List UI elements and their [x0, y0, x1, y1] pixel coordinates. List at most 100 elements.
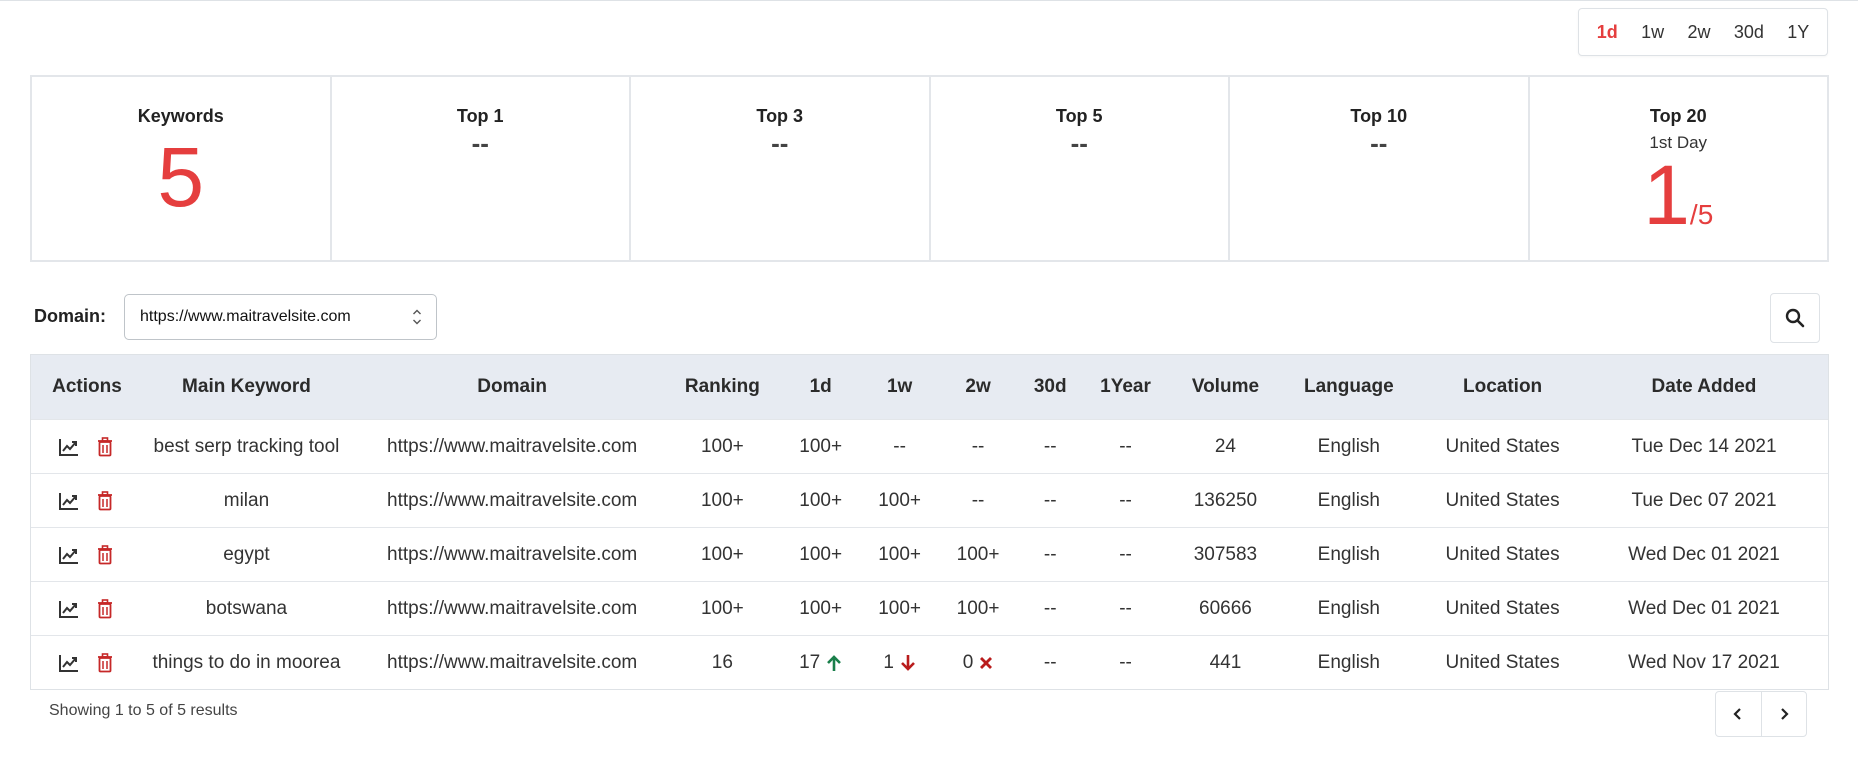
- col-date-added[interactable]: Date Added: [1579, 355, 1828, 420]
- cell-volume: 60666: [1178, 581, 1273, 636]
- chart-icon[interactable]: [58, 598, 80, 620]
- table-row: egypt https://www.maitravelsite.com 100+ 10…: [31, 527, 1828, 582]
- cell-language: English: [1272, 419, 1426, 474]
- cell-location: United States: [1425, 419, 1580, 474]
- cell-value: 17: [799, 651, 821, 673]
- cell-ranking: 100+: [674, 473, 771, 528]
- period-1w[interactable]: 1w: [1639, 18, 1666, 47]
- domain-select[interactable]: https://www.maitravelsite.com: [124, 294, 437, 340]
- cell-location: United States: [1425, 473, 1580, 528]
- chart-icon[interactable]: [58, 490, 80, 512]
- search-icon: [1785, 308, 1805, 328]
- stat-title: Top 5: [1055, 106, 1103, 126]
- col-main-keyword[interactable]: Main Keyword: [142, 355, 350, 420]
- cell-keyword: best serp tracking tool: [142, 419, 350, 474]
- stat-title: Keywords: [137, 106, 224, 126]
- cell-domain: https://www.maitravelsite.com: [350, 473, 675, 528]
- col-domain[interactable]: Domain: [350, 355, 675, 420]
- trash-icon[interactable]: [94, 652, 116, 674]
- stat-title: Top 3: [756, 106, 804, 126]
- cell-date_added: Wed Dec 01 2021: [1579, 527, 1828, 582]
- col-ranking[interactable]: Ranking: [674, 355, 771, 420]
- cell-language: English: [1272, 581, 1426, 636]
- cell-domain: https://www.maitravelsite.com: [350, 581, 675, 636]
- cell-w2: 100+: [928, 527, 1028, 582]
- cell-w2: 0: [928, 635, 1028, 689]
- trash-icon[interactable]: [94, 490, 116, 512]
- period-2w[interactable]: 2w: [1685, 18, 1712, 47]
- cell-date_added: Tue Dec 14 2021: [1579, 419, 1828, 474]
- next-page-button[interactable]: [1760, 692, 1807, 736]
- cell-d30: --: [1027, 473, 1073, 528]
- table-row: botswana https://www.maitravelsite.com 100…: [31, 581, 1828, 636]
- pagination-summary: Showing 1 to 5 of 5 results: [49, 702, 238, 719]
- table-row: things to do in moorea https://www.maitra…: [31, 635, 1828, 689]
- period-1d[interactable]: 1d: [1595, 18, 1620, 47]
- cell-y1: --: [1072, 473, 1179, 528]
- stats-summary: Keywords 5 Top 1 -- Top 3 -- Top 5 -- To…: [30, 75, 1829, 262]
- cell-w1: 100+: [870, 527, 929, 582]
- cell-language: English: [1272, 527, 1426, 582]
- cell-value: 0: [962, 651, 974, 673]
- arrow-up-icon: [826, 654, 842, 672]
- cell-volume: 136250: [1178, 473, 1273, 528]
- table-row: best serp tracking tool https://www.maitr…: [31, 419, 1828, 474]
- cell-y1: --: [1072, 419, 1179, 474]
- table-row: milan https://www.maitravelsite.com 100+ 10…: [31, 473, 1828, 528]
- prev-page-button[interactable]: [1716, 692, 1761, 736]
- cell-language: English: [1272, 473, 1426, 528]
- cell-volume: 441: [1178, 635, 1273, 689]
- cell-ranking: 100+: [674, 419, 771, 474]
- keywords-table: Actions Main Keyword Domain Ranking 1d 1…: [30, 354, 1829, 690]
- trash-icon[interactable]: [94, 598, 116, 620]
- cell-d30: --: [1027, 581, 1073, 636]
- top-divider: [0, 0, 1858, 1]
- period-30d[interactable]: 30d: [1732, 18, 1766, 47]
- cell-d1: 100+: [770, 527, 871, 582]
- stat-value: --: [471, 128, 489, 158]
- cell-location: United States: [1425, 527, 1580, 582]
- cell-location: United States: [1425, 635, 1580, 689]
- table-header-row: Actions Main Keyword Domain Ranking 1d 1…: [31, 355, 1828, 420]
- cell-keyword: botswana: [142, 581, 350, 636]
- chart-icon[interactable]: [58, 436, 80, 458]
- chevron-right-icon: [1780, 708, 1789, 720]
- col-location[interactable]: Location: [1425, 355, 1580, 420]
- cell-language: English: [1272, 635, 1426, 689]
- trash-icon[interactable]: [94, 544, 116, 566]
- search-button[interactable]: [1770, 293, 1820, 343]
- col-30d[interactable]: 30d: [1027, 355, 1073, 420]
- arrow-down-icon: [900, 654, 916, 672]
- col-1w[interactable]: 1w: [870, 355, 929, 420]
- cell-keyword: milan: [142, 473, 350, 528]
- col-language[interactable]: Language: [1272, 355, 1426, 420]
- cell-y1: --: [1072, 527, 1179, 582]
- cell-date_added: Wed Dec 01 2021: [1579, 581, 1828, 636]
- col-1year[interactable]: 1Year: [1072, 355, 1179, 420]
- cell-d1: 17: [770, 635, 871, 689]
- col-1d[interactable]: 1d: [770, 355, 871, 420]
- cell-w2: --: [928, 473, 1028, 528]
- row-actions: [31, 473, 143, 528]
- cell-d30: --: [1027, 527, 1073, 582]
- stat-value: --: [1070, 128, 1088, 158]
- stat-value: 1: [1643, 148, 1690, 242]
- cell-d1: 100+: [770, 581, 871, 636]
- stat-top1: Top 1 --: [332, 77, 631, 260]
- cell-value: 1: [883, 651, 894, 673]
- cell-domain: https://www.maitravelsite.com: [350, 527, 675, 582]
- cell-d30: --: [1027, 635, 1073, 689]
- stat-ratio: 1/5: [1530, 153, 1828, 262]
- stat-value: --: [771, 128, 789, 158]
- col-2w[interactable]: 2w: [928, 355, 1028, 420]
- chart-icon[interactable]: [58, 544, 80, 566]
- trash-icon[interactable]: [94, 436, 116, 458]
- row-actions: [31, 527, 143, 582]
- stat-top3: Top 3 --: [631, 77, 931, 260]
- stat-top5: Top 5 --: [931, 77, 1230, 260]
- chart-icon[interactable]: [58, 652, 80, 674]
- cell-w1: 100+: [870, 581, 929, 636]
- col-volume[interactable]: Volume: [1178, 355, 1273, 420]
- cell-date_added: Wed Nov 17 2021: [1579, 635, 1828, 689]
- period-1y[interactable]: 1Y: [1785, 18, 1811, 47]
